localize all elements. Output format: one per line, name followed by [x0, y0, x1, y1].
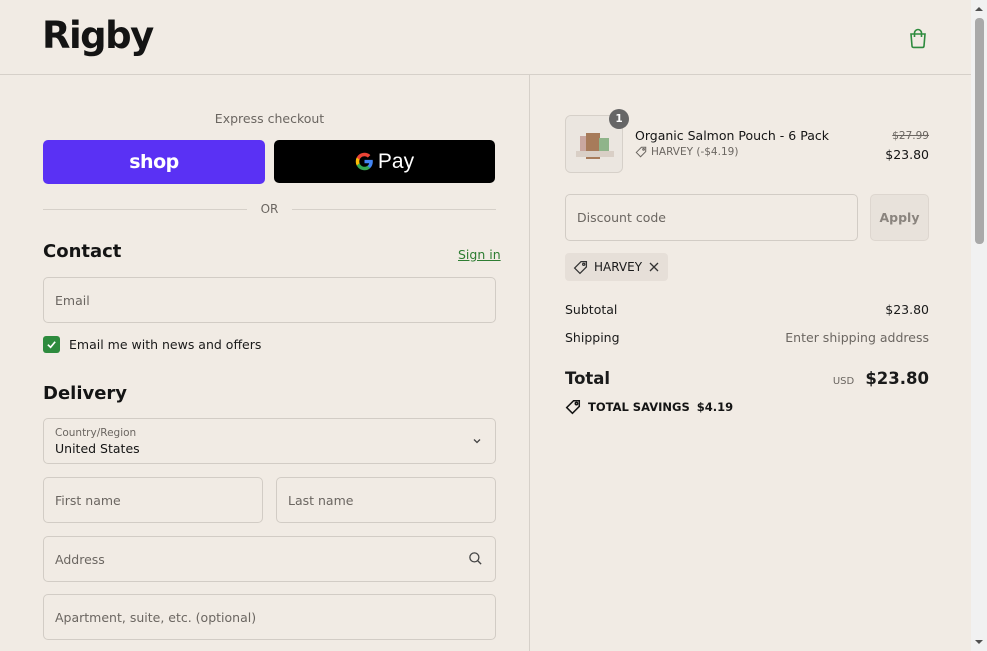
newsletter-checkbox[interactable]	[43, 336, 60, 353]
applied-discount-chip: HARVEY	[565, 253, 669, 281]
order-summary: 1 Organic Salmon Pouch - 6 Pack HARVEY (…	[531, 75, 971, 651]
or-divider: OR	[43, 201, 497, 217]
subtotal-label: Subtotal	[565, 302, 618, 317]
subtotal-value: $23.80	[885, 302, 929, 317]
divider-line-right	[292, 208, 497, 210]
tag-icon	[635, 146, 647, 158]
last-name-field[interactable]	[276, 477, 496, 523]
chevron-down-icon	[473, 439, 481, 444]
country-label: Country/Region	[55, 426, 137, 439]
tag-icon	[565, 399, 581, 415]
savings-value: $4.19	[696, 400, 734, 414]
discount-code-input[interactable]	[577, 210, 857, 225]
email-field[interactable]	[43, 277, 496, 323]
google-pay-label: Pay	[377, 149, 415, 173]
shop-pay-button[interactable]: shop	[43, 140, 265, 184]
product-name: Organic Salmon Pouch - 6 Pack	[635, 128, 829, 143]
search-icon[interactable]	[468, 551, 483, 566]
checkout-form: Express checkout shop Pay OR Contact Sig…	[0, 75, 530, 651]
checkmark-icon	[47, 341, 56, 349]
product-discount: HARVEY (-$4.19)	[635, 146, 738, 158]
shipping-value: Enter shipping address	[785, 330, 929, 345]
shipping-label: Shipping	[565, 330, 620, 345]
contact-heading: Contact	[43, 241, 122, 262]
shopping-bag-icon[interactable]	[907, 27, 929, 49]
google-pay-button[interactable]: Pay	[274, 140, 495, 183]
country-value: United States	[55, 440, 140, 456]
discount-code-field[interactable]	[565, 194, 858, 241]
scrollbar-thumb[interactable]	[975, 18, 984, 244]
last-name-input[interactable]	[288, 492, 495, 508]
applied-discount-code: HARVEY	[594, 260, 643, 274]
sign-in-link[interactable]: Sign in	[458, 247, 501, 262]
tag-icon	[573, 260, 588, 274]
product-price: $23.80	[885, 147, 929, 162]
first-name-input[interactable]	[55, 492, 262, 508]
product-discount-text: HARVEY (-$4.19)	[651, 146, 739, 158]
vertical-scrollbar[interactable]	[971, 0, 987, 651]
total-value: $23.80	[865, 369, 929, 388]
savings-label: TOTAL SAVINGS	[588, 400, 690, 414]
total-row: Total USD $23.80	[565, 369, 929, 388]
original-price: $27.99	[892, 130, 929, 142]
checkout-page: Rigby Express checkout shop Pay OR Conta…	[0, 0, 971, 651]
total-savings: TOTAL SAVINGS $4.19	[565, 399, 733, 415]
shipping-row: Shipping Enter shipping address	[565, 330, 929, 345]
apartment-field[interactable]	[43, 594, 496, 640]
delivery-heading: Delivery	[43, 383, 128, 404]
site-header: Rigby	[0, 0, 971, 75]
subtotal-row: Subtotal $23.80	[565, 302, 929, 317]
close-icon[interactable]	[648, 261, 660, 273]
country-select[interactable]: Country/Region United States	[43, 418, 496, 464]
newsletter-option: Email me with news and offers	[43, 336, 261, 353]
divider-line-left	[43, 208, 247, 210]
apply-discount-button[interactable]: Apply	[870, 194, 929, 241]
or-label: OR	[260, 202, 279, 216]
newsletter-label: Email me with news and offers	[69, 337, 262, 352]
currency-code: USD	[832, 376, 855, 387]
scroll-down-arrow-icon[interactable]	[975, 638, 983, 646]
address-field[interactable]	[43, 536, 496, 582]
express-checkout-title: Express checkout	[214, 111, 325, 126]
brand-logo[interactable]: Rigby	[42, 14, 154, 57]
scroll-up-arrow-icon[interactable]	[975, 5, 983, 13]
apartment-input[interactable]	[55, 609, 495, 625]
google-g-icon	[355, 152, 373, 171]
address-input[interactable]	[55, 551, 495, 567]
email-input[interactable]	[55, 292, 495, 308]
first-name-field[interactable]	[43, 477, 263, 523]
total-label: Total	[565, 369, 611, 388]
quantity-badge: 1	[609, 109, 629, 129]
